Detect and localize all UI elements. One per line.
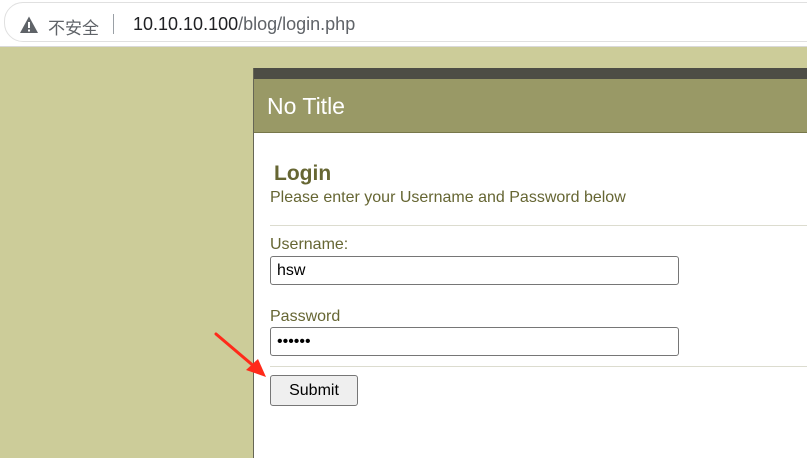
content-panel: No Title Login Please enter your Usernam… xyxy=(253,68,807,458)
username-label: Username: xyxy=(270,236,349,253)
warning-triangle-icon[interactable] xyxy=(19,15,39,35)
login-instructions: Please enter your Username and Password … xyxy=(270,189,626,206)
password-label: Password xyxy=(270,308,341,325)
security-status-label[interactable]: 不安全 xyxy=(48,14,99,39)
browser-address-bar: 不安全 10.10.10.100/blog/login.php xyxy=(0,0,807,47)
divider xyxy=(270,366,807,367)
login-heading: Login xyxy=(274,162,332,185)
password-input[interactable] xyxy=(270,327,679,356)
panel-top-bar xyxy=(254,68,807,79)
url-path: /blog/login.php xyxy=(238,14,356,34)
address-separator xyxy=(113,14,114,34)
submit-button[interactable]: Submit xyxy=(270,375,358,406)
red-arrow-icon xyxy=(214,332,266,377)
divider xyxy=(270,225,807,226)
url-host: 10.10.10.100 xyxy=(133,14,239,34)
site-title: No Title xyxy=(267,93,345,119)
site-header: No Title xyxy=(254,79,807,133)
url-text[interactable]: 10.10.10.100/blog/login.php xyxy=(133,14,355,35)
username-input[interactable] xyxy=(270,256,679,285)
omnibox[interactable]: 不安全 10.10.10.100/blog/login.php xyxy=(4,2,807,42)
